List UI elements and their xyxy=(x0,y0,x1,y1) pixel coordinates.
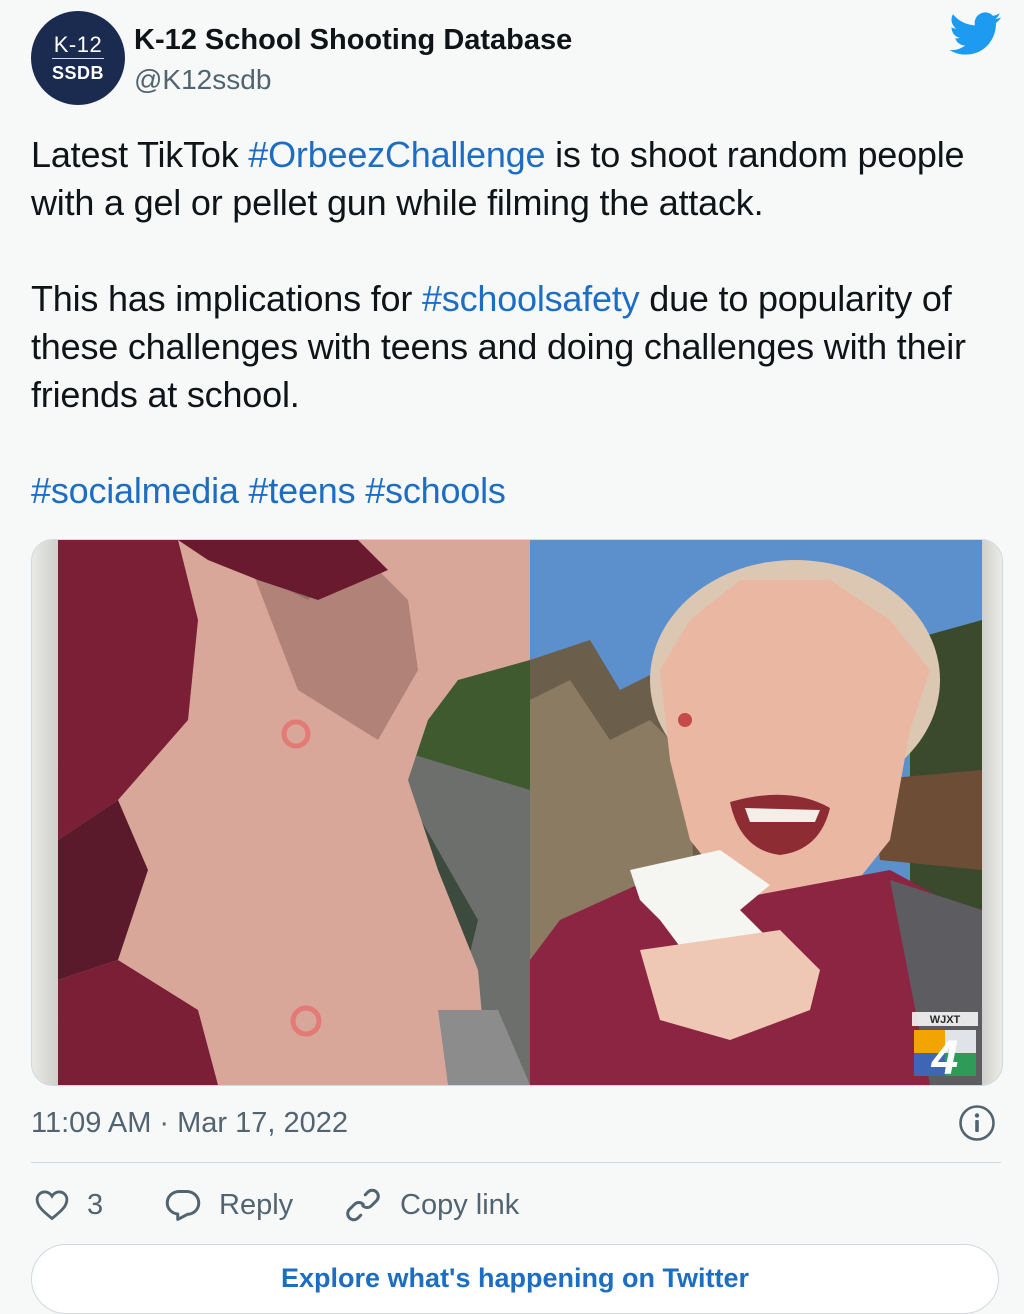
photo-right xyxy=(530,540,982,1085)
station-logo-number: 4 xyxy=(931,1032,959,1080)
author-avatar[interactable]: K-12 SSDB xyxy=(31,11,125,105)
copy-link-label: Copy link xyxy=(400,1188,520,1221)
reply-label: Reply xyxy=(219,1188,294,1221)
photo-left xyxy=(58,540,530,1085)
text-segment: Latest TikTok xyxy=(31,134,249,175)
station-logo: WJXT 4 xyxy=(912,1012,978,1080)
tweet-paragraph-2: This has implications for #schoolsafety … xyxy=(31,275,991,419)
twitter-bird-icon[interactable] xyxy=(950,12,1002,56)
heart-icon xyxy=(35,1190,69,1221)
media-blur-edge xyxy=(982,540,1002,1085)
tweet-timestamp[interactable]: 11:09 AM · Mar 17, 2022 xyxy=(31,1105,348,1141)
author-handle[interactable]: @K12ssdb xyxy=(134,62,271,98)
tweet-media[interactable]: WJXT 4 xyxy=(31,539,1003,1086)
info-icon[interactable] xyxy=(958,1104,996,1142)
hashtag-link[interactable]: #OrbeezChallenge xyxy=(248,134,545,175)
photo-right-illustration xyxy=(530,540,982,1085)
author-name[interactable]: K-12 School Shooting Database xyxy=(134,22,572,58)
tweet-text: Latest TikTok #OrbeezChallenge is to sho… xyxy=(31,131,991,515)
like-button[interactable]: 3 xyxy=(35,1183,103,1227)
photo-left-illustration xyxy=(58,540,530,1085)
avatar-line2: SSDB xyxy=(51,62,104,83)
hashtag-link[interactable]: #schoolsafety xyxy=(422,278,640,319)
tweet-paragraph-1: Latest TikTok #OrbeezChallenge is to sho… xyxy=(31,131,991,227)
explore-twitter-button[interactable]: Explore what's happening on Twitter xyxy=(31,1244,999,1314)
like-count: 3 xyxy=(87,1188,104,1221)
tweet-hashtags: #socialmedia #teens #schools xyxy=(31,467,991,515)
link-icon xyxy=(346,1188,380,1222)
station-logo-text: WJXT xyxy=(930,1014,961,1026)
hashtag-link[interactable]: #socialmedia xyxy=(31,470,239,511)
hashtag-link[interactable]: #teens xyxy=(249,470,356,511)
reply-button[interactable]: Reply xyxy=(165,1183,293,1227)
media-blur-edge xyxy=(32,540,58,1085)
avatar-line1: K-12 xyxy=(51,31,105,59)
text-segment: This has implications for xyxy=(31,278,422,319)
copy-link-button[interactable]: Copy link xyxy=(344,1183,519,1227)
explore-label: Explore what's happening on Twitter xyxy=(281,1263,749,1293)
hashtag-link[interactable]: #schools xyxy=(365,470,506,511)
reply-icon xyxy=(165,1190,201,1221)
divider xyxy=(31,1162,1001,1163)
